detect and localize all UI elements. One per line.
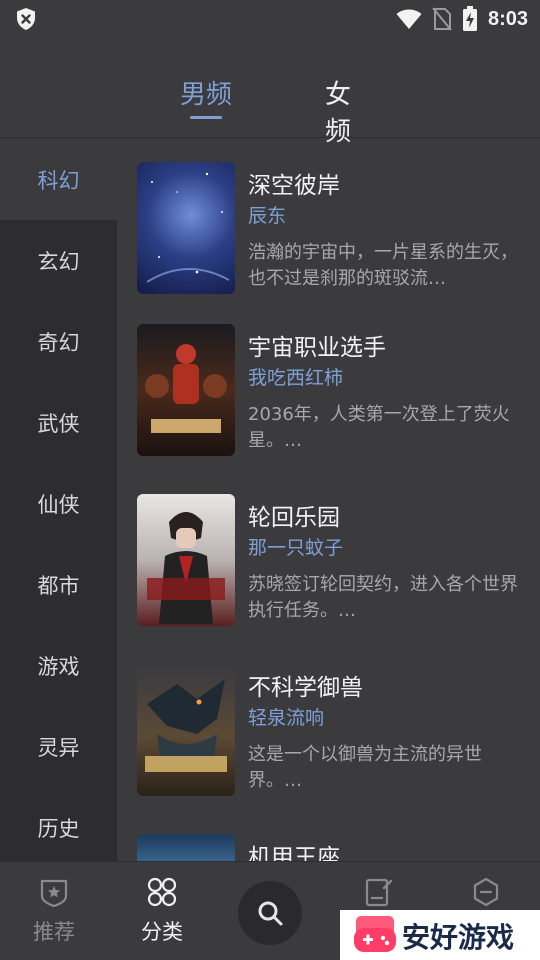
category-item-wuxia[interactable]: 武侠 — [0, 382, 117, 463]
gamepad-logo-icon — [354, 916, 396, 952]
category-item-history[interactable]: 历史 — [0, 787, 117, 868]
nav-recommend-label: 推荐 — [33, 920, 75, 944]
book-title: 宇宙职业选手 — [248, 335, 386, 361]
book-description: 2036年，人类第一次登上了荧火星。… — [248, 404, 510, 451]
category-item-scifi[interactable]: 科幻 — [0, 139, 117, 220]
search-icon — [258, 901, 283, 926]
book-cover — [137, 324, 235, 456]
book-edit-icon — [365, 878, 393, 907]
status-bar: 8:03 — [0, 0, 540, 38]
starfield-art — [146, 172, 230, 283]
tab-female[interactable]: 女频 — [313, 74, 363, 148]
shield-x-icon — [17, 8, 35, 30]
gender-tabs: 男频 女频 — [0, 38, 540, 147]
nav-recommend[interactable]: 推荐 — [4, 862, 104, 960]
category-item-fantasy[interactable]: 奇幻 — [0, 301, 117, 382]
book-author[interactable]: 辰东 — [248, 201, 286, 228]
fighter-art — [145, 344, 227, 433]
badge-star-icon — [40, 879, 68, 908]
book-cover — [137, 664, 235, 796]
wifi-icon — [396, 9, 422, 29]
clock: 8:03 — [487, 7, 528, 30]
nav-category-label: 分类 — [141, 920, 183, 944]
tab-male[interactable]: 男频 — [178, 74, 234, 111]
book-list: 深空彼岸 辰东 浩瀚的宇宙中，一片星系的生灭，也不过是刹那的斑驳流… 宇宙职业选… — [117, 139, 540, 861]
category-item-urban[interactable]: 都市 — [0, 544, 117, 625]
book-description: 这是一个以御兽为主流的异世界。… — [248, 744, 482, 791]
watermark-logo: 安好游戏 — [340, 910, 540, 960]
book-cover — [137, 494, 235, 626]
no-sim-icon — [432, 7, 452, 31]
book-cover — [137, 162, 235, 294]
search-button[interactable] — [238, 881, 302, 945]
book-description: 苏晓签订轮回契约，进入各个世界执行任务。… — [248, 574, 518, 621]
book-item[interactable]: 不科学御兽 轻泉流响 这是一个以御兽为主流的异世界。… — [137, 664, 527, 804]
book-title: 轮回乐园 — [248, 505, 340, 531]
nav-category[interactable]: 分类 — [112, 862, 212, 960]
book-title: 不科学御兽 — [248, 675, 363, 701]
dragon-art — [145, 679, 227, 772]
settings-icon — [473, 877, 499, 907]
category-item-game[interactable]: 游戏 — [0, 625, 117, 706]
book-title: 深空彼岸 — [248, 173, 340, 199]
battery-charging-icon — [462, 6, 477, 31]
book-author[interactable]: 我吃西红柿 — [248, 363, 343, 390]
book-author[interactable]: 那一只蚊子 — [248, 533, 343, 560]
category-item-supernatural[interactable]: 灵异 — [0, 706, 117, 787]
grid-clover-icon — [147, 877, 177, 907]
book-author[interactable]: 轻泉流响 — [248, 703, 324, 730]
category-item-xianxia[interactable]: 仙侠 — [0, 463, 117, 544]
book-item[interactable]: 机甲王座 — [137, 834, 527, 861]
character-art — [147, 512, 225, 624]
book-item[interactable]: 宇宙职业选手 我吃西红柿 2036年，人类第一次登上了荧火星。… — [137, 324, 527, 464]
watermark-text: 安好游戏 — [402, 921, 515, 954]
book-cover — [137, 834, 235, 861]
category-item-xuanhuan[interactable]: 玄幻 — [0, 220, 117, 301]
tab-indicator — [190, 116, 222, 119]
book-item[interactable]: 轮回乐园 那一只蚊子 苏晓签订轮回契约，进入各个世界执行任务。… — [137, 494, 527, 634]
book-title: 机甲王座 — [248, 845, 340, 861]
book-description: 浩瀚的宇宙中，一片星系的生灭，也不过是刹那的斑驳流… — [248, 242, 518, 289]
book-item[interactable]: 深空彼岸 辰东 浩瀚的宇宙中，一片星系的生灭，也不过是刹那的斑驳流… — [137, 162, 527, 302]
category-sidebar: 科幻 玄幻 奇幻 武侠 仙侠 都市 游戏 灵异 历史 — [0, 139, 117, 861]
